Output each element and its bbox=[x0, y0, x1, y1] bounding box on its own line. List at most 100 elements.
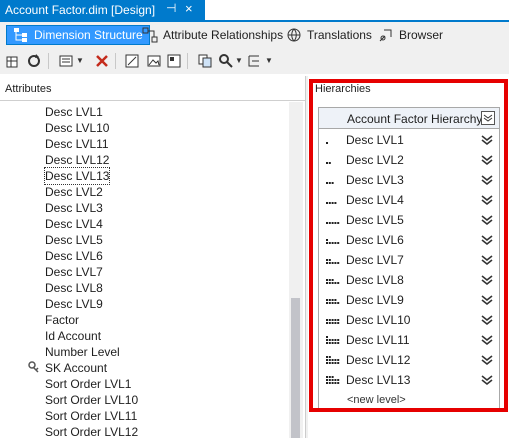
attribute-label: Desc LVL5 bbox=[45, 233, 103, 247]
attributes-header: Attributes bbox=[0, 76, 305, 101]
attribute-icon bbox=[28, 105, 42, 119]
toolbar-separator bbox=[115, 53, 116, 69]
attribute-item[interactable]: Factor bbox=[28, 312, 79, 328]
attribute-label: Id Account bbox=[45, 329, 102, 343]
attribute-label: Desc LVL12 bbox=[45, 153, 110, 167]
attribute-icon bbox=[28, 345, 42, 359]
attribute-label: Desc LVL9 bbox=[45, 297, 103, 311]
attribute-icon bbox=[28, 425, 42, 438]
scrollbar-thumb[interactable] bbox=[291, 298, 300, 438]
attributes-title: Attributes bbox=[5, 83, 52, 95]
tab-label: Translations bbox=[307, 28, 372, 42]
attribute-item[interactable]: Sort Order LVL10 bbox=[28, 392, 138, 408]
tab-translations[interactable]: Translations bbox=[286, 25, 372, 45]
attribute-item[interactable]: Sort Order LVL12 bbox=[28, 424, 138, 438]
attribute-icon bbox=[28, 121, 42, 135]
highlight-box bbox=[309, 79, 508, 412]
attribute-icon bbox=[28, 201, 42, 215]
attribute-item[interactable]: Desc LVL1 bbox=[28, 104, 103, 120]
attribute-item[interactable]: Desc LVL13 bbox=[28, 167, 111, 185]
designer-toolbar: ▼ ▼ ▼ bbox=[0, 48, 509, 74]
attributes-pane: Attributes Desc LVL1 Desc LVL10 Desc LVL11… bbox=[0, 76, 306, 438]
chevron-down-icon[interactable]: ▼ bbox=[76, 56, 84, 65]
attribute-icon bbox=[28, 393, 42, 407]
attribute-label: Desc LVL8 bbox=[45, 281, 103, 295]
document-tab[interactable]: Account Factor.dim [Design] ⊣ × bbox=[0, 0, 205, 20]
attribute-icon bbox=[28, 249, 42, 263]
document-tab-title: Account Factor.dim [Design] bbox=[5, 3, 156, 17]
add-table-icon[interactable] bbox=[5, 53, 21, 69]
attribute-item[interactable]: Desc LVL5 bbox=[28, 232, 103, 248]
attribute-relationships-icon bbox=[142, 27, 158, 43]
close-icon[interactable]: × bbox=[185, 1, 193, 16]
attribute-label: Sort Order LVL10 bbox=[45, 393, 139, 407]
designer-view-tabs: Dimension Structure Attribute Relationsh… bbox=[0, 22, 509, 48]
attribute-icon bbox=[28, 153, 42, 167]
attribute-label: SK Account bbox=[45, 361, 108, 375]
attribute-icon bbox=[28, 169, 42, 183]
attribute-label: Sort Order LVL11 bbox=[45, 409, 138, 423]
attribute-item[interactable]: Desc LVL7 bbox=[28, 264, 103, 280]
attribute-label: Desc LVL7 bbox=[45, 265, 103, 279]
chevron-down-icon[interactable]: ▼ bbox=[265, 56, 273, 65]
attributes-list: Desc LVL1 Desc LVL10 Desc LVL11 Desc LVL12 D… bbox=[0, 102, 290, 438]
attribute-item[interactable]: Desc LVL3 bbox=[28, 200, 103, 216]
pane-splitter[interactable] bbox=[306, 76, 308, 438]
attribute-icon bbox=[28, 281, 42, 295]
attribute-item[interactable]: Sort Order LVL11 bbox=[28, 408, 137, 424]
attribute-label: Desc LVL2 bbox=[45, 185, 103, 199]
chevron-down-icon[interactable]: ▼ bbox=[235, 56, 243, 65]
dimension-structure-icon bbox=[14, 28, 27, 42]
attribute-label: Desc LVL1 bbox=[45, 105, 103, 119]
attribute-icon bbox=[28, 313, 42, 327]
toolbar-separator bbox=[187, 53, 188, 69]
zoom-icon[interactable] bbox=[218, 53, 234, 69]
attribute-item[interactable]: Desc LVL2 bbox=[28, 184, 103, 200]
pin-icon[interactable]: ⊣ bbox=[166, 1, 176, 15]
attribute-item[interactable]: Id Account bbox=[28, 328, 101, 344]
attribute-item[interactable]: SK Account bbox=[28, 360, 107, 376]
layout-icon[interactable] bbox=[166, 53, 182, 69]
key-attribute-icon bbox=[28, 361, 39, 373]
edit-icon[interactable] bbox=[124, 53, 140, 69]
show-list-icon[interactable] bbox=[58, 53, 74, 69]
tab-label: Browser bbox=[399, 28, 444, 42]
attribute-item[interactable]: Sort Order LVL1 bbox=[28, 376, 131, 392]
attribute-item[interactable]: Desc LVL11 bbox=[28, 136, 109, 152]
refresh-icon[interactable] bbox=[26, 53, 42, 69]
tab-dimension-structure[interactable]: Dimension Structure bbox=[6, 25, 150, 45]
arrange-icon[interactable] bbox=[246, 53, 262, 69]
translations-icon bbox=[287, 28, 301, 42]
toolbar-separator bbox=[48, 53, 49, 69]
attributes-scrollbar[interactable] bbox=[289, 102, 303, 438]
attribute-item[interactable]: Desc LVL6 bbox=[28, 248, 103, 264]
attribute-icon bbox=[28, 329, 42, 343]
attribute-icon bbox=[28, 297, 42, 311]
picture-icon[interactable] bbox=[146, 53, 162, 69]
attribute-label: Sort Order LVL12 bbox=[45, 425, 139, 438]
attribute-label: Number Level bbox=[45, 345, 120, 359]
tab-label: Attribute Relationships bbox=[163, 28, 284, 42]
attribute-icon bbox=[28, 409, 42, 423]
attribute-icon bbox=[28, 265, 42, 279]
tab-attribute-relationships[interactable]: Attribute Relationships bbox=[142, 25, 283, 45]
attribute-label: Desc LVL3 bbox=[45, 201, 103, 215]
attribute-label: Factor bbox=[45, 313, 80, 327]
attribute-item[interactable]: Number Level bbox=[28, 344, 120, 360]
attribute-item[interactable]: Desc LVL12 bbox=[28, 152, 109, 168]
delete-icon[interactable] bbox=[94, 53, 110, 69]
attribute-label: Desc LVL13 bbox=[43, 167, 111, 185]
attribute-label: Desc LVL6 bbox=[45, 249, 103, 263]
attribute-item[interactable]: Desc LVL10 bbox=[28, 120, 109, 136]
attribute-icon bbox=[28, 217, 42, 231]
attribute-label: Sort Order LVL1 bbox=[45, 377, 132, 391]
attribute-icon bbox=[28, 185, 42, 199]
attribute-item[interactable]: Desc LVL4 bbox=[28, 216, 103, 232]
document-tab-strip: Account Factor.dim [Design] ⊣ × bbox=[0, 0, 509, 22]
attribute-label: Desc LVL11 bbox=[45, 137, 109, 151]
attribute-item[interactable]: Desc LVL9 bbox=[28, 296, 103, 312]
attribute-icon bbox=[28, 233, 42, 247]
tab-browser[interactable]: Browser bbox=[378, 25, 443, 45]
copy-icon[interactable] bbox=[197, 53, 213, 69]
attribute-item[interactable]: Desc LVL8 bbox=[28, 280, 103, 296]
